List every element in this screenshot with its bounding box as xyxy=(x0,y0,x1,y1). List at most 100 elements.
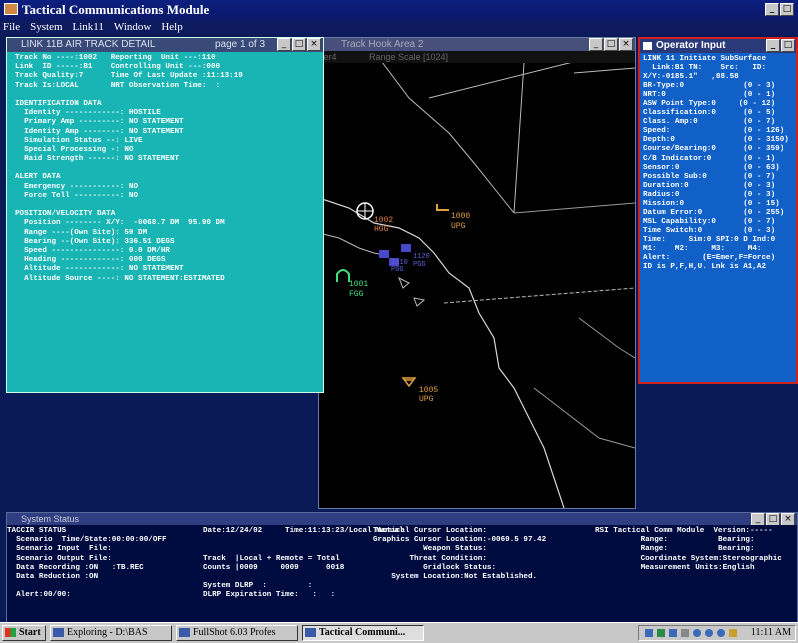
track-cluster-symbol[interactable] xyxy=(379,250,389,258)
menu-file[interactable]: File xyxy=(3,20,20,35)
menu-window[interactable]: Window xyxy=(114,20,151,35)
detail-line: POSITION/VELOCITY DATA xyxy=(15,210,116,219)
track-1005-symbol[interactable] xyxy=(401,377,417,388)
detail-line: Special Processing -: NO xyxy=(15,145,134,154)
menu-link11[interactable]: Link11 xyxy=(73,20,104,35)
op-minimize-button[interactable]: _ xyxy=(766,39,780,52)
taskbar-item-tactical[interactable]: Tactical Communi... xyxy=(302,625,424,641)
volume-icon[interactable] xyxy=(729,629,737,637)
tray-icon[interactable] xyxy=(681,629,689,637)
system-status-title: System Status xyxy=(21,514,80,524)
status-line: Weapon Status: xyxy=(373,545,487,554)
app-icon xyxy=(4,3,18,15)
tray-icon[interactable] xyxy=(717,629,725,637)
map-window[interactable]: 1002 HGG 1000 UPG 1001 FGG 1120 PGG 1110… xyxy=(318,37,636,509)
tray-icon[interactable] xyxy=(669,629,677,637)
system-status-titlebar[interactable]: System Status _ □ × xyxy=(7,513,797,526)
detail-minimize-button[interactable]: _ xyxy=(277,38,291,51)
status-line: Threat Condition: xyxy=(373,554,487,563)
detail-maximize-button[interactable]: □ xyxy=(292,38,306,51)
status-line: DLRP Expiration Time: : : xyxy=(203,591,336,600)
track-1120-id[interactable]: 1120 xyxy=(413,253,430,261)
track-pgg-code[interactable]: PGG xyxy=(413,261,426,269)
map-minimize-button[interactable]: _ xyxy=(589,38,603,51)
track-1001-code[interactable]: FGG xyxy=(349,290,364,299)
detail-close-button[interactable]: × xyxy=(307,38,321,51)
status-line: Range: Bearing: xyxy=(595,536,755,545)
operator-field-line: MSL Capability:0 (0 - 7) xyxy=(643,217,776,226)
island xyxy=(413,297,426,307)
tray-icon[interactable] xyxy=(657,629,665,637)
operator-field-line: BR-Type:0 (0 - 3) xyxy=(643,82,776,91)
detail-line: Bearing --(Own Site): 336.51 DEGS xyxy=(15,237,175,246)
track-1005-id[interactable]: 1005 xyxy=(419,386,438,395)
menu-help[interactable]: Help xyxy=(161,20,182,35)
track-1001-id[interactable]: 1001 xyxy=(349,280,368,289)
app-window: Tactical Communications Module _ □ File … xyxy=(0,0,798,622)
track-1005-code[interactable]: UPG xyxy=(419,395,434,404)
status-line: Range: Bearing: xyxy=(595,545,755,554)
operator-field-line: Possible Sub:0 (0 - 7) xyxy=(643,172,776,181)
track-1002-id[interactable]: 1002 xyxy=(374,216,393,225)
border-line-2 xyxy=(513,62,525,214)
window-icon xyxy=(643,42,652,50)
operator-field-line: Link:B1 TN: Src: ID: xyxy=(643,64,767,73)
menu-system[interactable]: System xyxy=(30,20,62,35)
taskbar-item-fullshot[interactable]: FullShot 6.03 Profes xyxy=(176,625,298,641)
start-button[interactable]: Start xyxy=(2,625,46,641)
operator-field-line: ID is P,F,H,U. Lnk is A1,A2 xyxy=(643,263,767,272)
status-line xyxy=(7,582,167,591)
track-detail-window: LINK 11B AIR TRACK DETAIL page 1 of 3 _ … xyxy=(6,37,324,393)
maximize-button[interactable]: □ xyxy=(780,3,794,16)
map-close-button[interactable]: × xyxy=(619,38,633,51)
status-line: Data Reduction :ON xyxy=(7,572,99,581)
system-status-body: TACCIR STATUS Scenario Time/State:00:00:… xyxy=(7,525,797,622)
detail-line xyxy=(15,164,320,173)
taskbar-item-exploring[interactable]: Exploring - D:\BAS xyxy=(50,625,172,641)
operator-input-body[interactable]: LINK 11 Initiate SubSurface Link:B1 TN: … xyxy=(643,55,795,272)
operator-input-window: Operator Input _ □ LINK 11 Initiate SubS… xyxy=(638,37,798,384)
detail-line xyxy=(15,91,320,100)
taskbar-label: Tactical Communi... xyxy=(319,627,406,638)
operator-input-titlebar[interactable]: Operator Input _ □ xyxy=(640,39,796,53)
clock[interactable]: 11:11 AM xyxy=(751,626,791,640)
track-pgg-code[interactable]: PGG xyxy=(391,266,404,274)
detail-line: Track No ----:1002 Reporting Unit ---:11… xyxy=(15,54,216,62)
tray-icon[interactable] xyxy=(705,629,713,637)
op-maximize-button[interactable]: □ xyxy=(781,39,795,52)
operator-field-line: Class. Amp:0 (0 - 7) xyxy=(643,118,776,127)
detail-line: Position -------- X/Y: -0068.7 DM 95.90 … xyxy=(15,219,225,228)
operator-field-line: C/B Indicator:0 (0 - 1) xyxy=(643,154,776,163)
track-1000-id[interactable]: 1000 xyxy=(451,212,470,221)
minimize-button[interactable]: _ xyxy=(765,3,779,16)
coastline xyxy=(319,197,565,508)
track-1000-code[interactable]: UPG xyxy=(451,222,466,231)
menu-bar: File System Link11 Window Help xyxy=(0,20,798,35)
operator-field-line: Course/Bearing:0 (0 - 359) xyxy=(643,145,785,154)
detail-line: Link ID -----:B1 Controlling Unit ---:00… xyxy=(15,63,221,72)
map-maximize-button[interactable]: □ xyxy=(604,38,618,51)
track-detail-titlebar[interactable]: LINK 11B AIR TRACK DETAIL page 1 of 3 _ … xyxy=(7,38,323,52)
track-1002-code[interactable]: HGG xyxy=(374,225,389,234)
status-line: Scenario Time/State:00:00:00/OFF xyxy=(7,536,167,545)
status-line: Alert:00/00: xyxy=(7,591,71,600)
network-icon[interactable] xyxy=(645,629,653,637)
app-title-bar: Tactical Communications Module _ □ xyxy=(0,0,798,20)
detail-line: Speed ---------------: 0.0 DM/HR xyxy=(15,246,170,255)
tray-icon[interactable] xyxy=(693,629,701,637)
border-line-5 xyxy=(513,202,635,214)
map-canvas[interactable]: 1002 HGG 1000 UPG 1001 FGG 1120 PGG 1110… xyxy=(319,38,635,508)
system-tray: 11:11 AM xyxy=(638,625,796,641)
track-1000-symbol[interactable] xyxy=(436,204,449,211)
app-icon xyxy=(305,628,316,637)
operator-field-line: X/Y:-0185.1" ,88.58 xyxy=(643,73,739,82)
border-line-4 xyxy=(573,67,635,74)
map-window-titlebar[interactable]: Track Hook Area 2 _ □ × xyxy=(319,38,635,51)
track-1001-symbol[interactable] xyxy=(336,269,350,282)
detail-line: Altitude Source ----: NO STATEMENT:ESTIM… xyxy=(15,274,225,283)
status-line: Tactical Cursor Location: xyxy=(373,527,487,535)
status-line: Coordinate System:Stereographic xyxy=(595,554,782,563)
track-cluster-symbol[interactable] xyxy=(401,244,411,252)
operator-field-line: Classification:0 (0 - 5) xyxy=(643,109,776,118)
status-line: Scenario Input File: xyxy=(7,545,112,554)
